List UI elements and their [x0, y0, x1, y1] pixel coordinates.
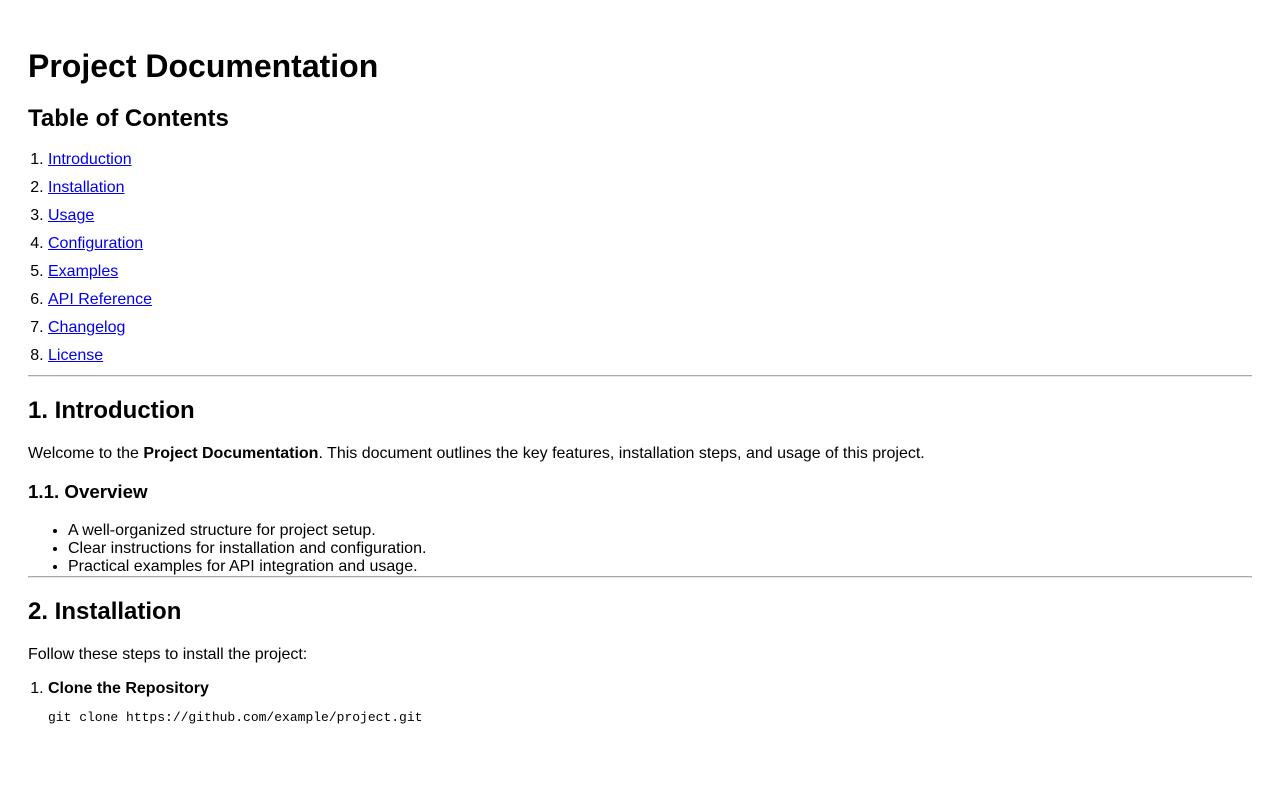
intro-text-start: Welcome to the	[28, 445, 144, 462]
code-block: git clone https://github.com/example/pro…	[48, 710, 423, 726]
page-title: Project Documentation	[28, 48, 379, 84]
toc-list: Introduction Installation Usage Configur…	[28, 151, 1252, 375]
toc-item: Configuration	[48, 235, 1252, 263]
toc-link-configuration[interactable]: Configuration	[48, 235, 143, 252]
list-item: Practical examples for API integration a…	[68, 558, 1252, 576]
introduction-paragraph: Welcome to the Project Documentation. Th…	[28, 445, 1252, 463]
toc-item: Examples	[48, 263, 1252, 291]
toc-link-examples[interactable]: Examples	[48, 263, 118, 280]
toc-item: API Reference	[48, 291, 1252, 319]
document-page: Project Documentation Table of Contents …	[0, 0, 1280, 726]
intro-text-bold: Project Documentation	[143, 445, 319, 462]
installation-heading: 2. Installation	[28, 598, 182, 625]
intro-text-end: . This document outlines the key feature…	[318, 445, 925, 462]
toc-heading: Table of Contents	[28, 105, 229, 132]
toc-item: Usage	[48, 207, 1252, 235]
toc-link-introduction[interactable]: Introduction	[48, 151, 132, 168]
toc-link-api-reference[interactable]: API Reference	[48, 291, 152, 308]
toc-item: License	[48, 347, 1252, 375]
toc-link-installation[interactable]: Installation	[48, 179, 125, 196]
list-item: A well-organized structure for project s…	[68, 522, 1252, 540]
introduction-heading: 1. Introduction	[28, 397, 195, 424]
overview-heading: 1.1. Overview	[28, 481, 148, 502]
section-divider	[28, 576, 1252, 578]
installation-steps: Clone the Repository git clone https://g…	[28, 680, 1252, 726]
toc-link-usage[interactable]: Usage	[48, 207, 94, 224]
toc-link-changelog[interactable]: Changelog	[48, 319, 125, 336]
overview-list: A well-organized structure for project s…	[28, 522, 1252, 576]
step-title: Clone the Repository	[48, 680, 209, 697]
list-item: Clear instructions for installation and …	[68, 540, 1252, 558]
section-divider	[28, 375, 1252, 377]
toc-item: Changelog	[48, 319, 1252, 347]
installation-paragraph: Follow these steps to install the projec…	[28, 646, 308, 663]
toc-item: Introduction	[48, 151, 1252, 179]
toc-link-license[interactable]: License	[48, 347, 103, 364]
step-item: Clone the Repository git clone https://g…	[48, 680, 1252, 726]
toc-item: Installation	[48, 179, 1252, 207]
